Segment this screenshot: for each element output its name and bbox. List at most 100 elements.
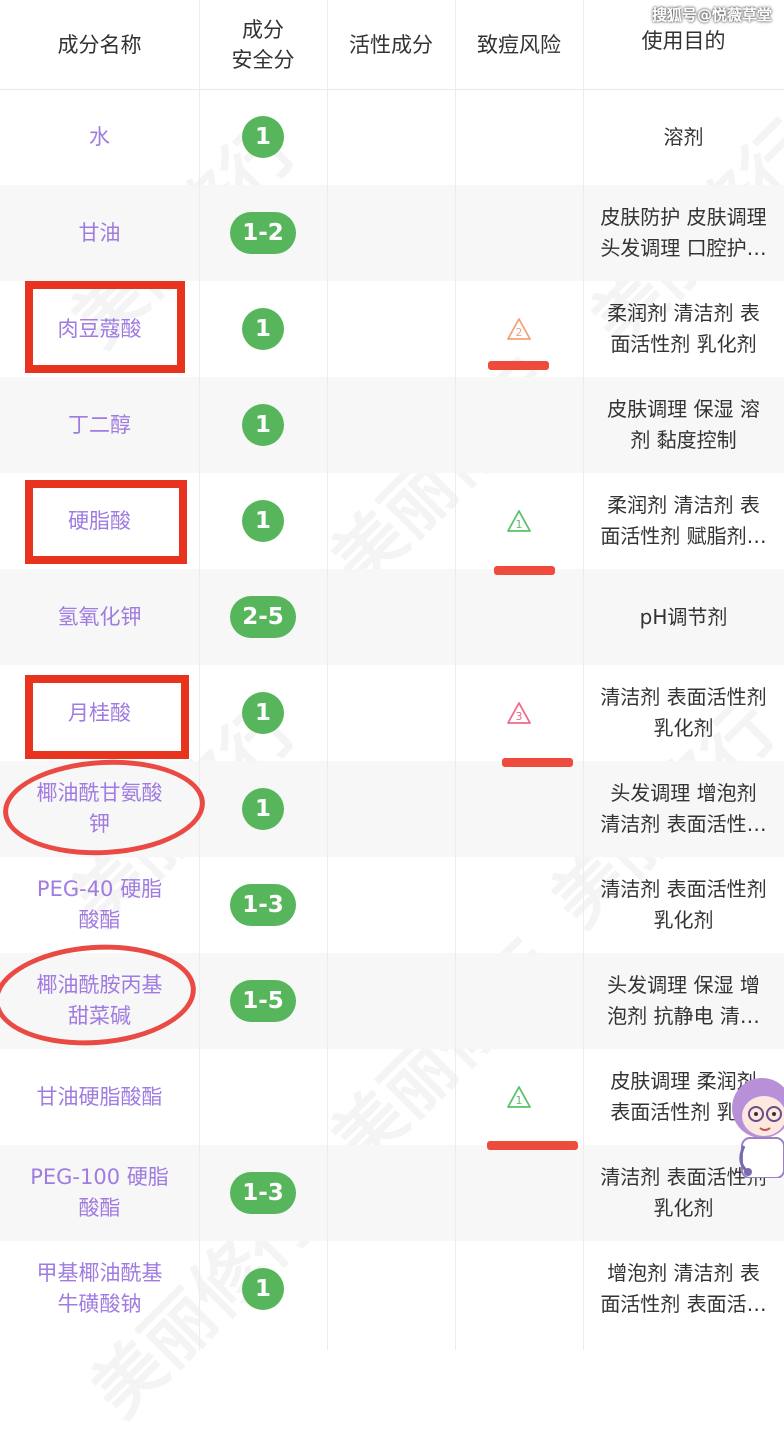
underline-mark [488,361,549,370]
header-name: 成分名称 [57,32,142,57]
safety-score-cell: 1 [199,473,327,569]
ingredient-name[interactable]: 水 [5,122,195,153]
header-safety: 成分 安全分 [231,17,295,72]
safety-score-badge: 1-5 [230,980,296,1022]
ingredient-name[interactable]: 甲基椰油酰基 牛磺酸钠 [5,1258,195,1320]
safety-score-cell: 2-5 [199,569,327,665]
purpose-text: 皮肤防护 皮肤调理 头发调理 口腔护… [600,205,767,260]
underline-mark [502,758,573,767]
acne-risk-cell [455,857,583,953]
acne-risk-cell [455,953,583,1049]
purpose-cell: 头发调理 增泡剂 清洁剂 表面活性… [583,761,784,857]
acne-risk-cell [455,569,583,665]
safety-score-badge: 1 [242,788,284,830]
purpose-cell: 溶剂 [583,89,784,185]
table-row[interactable]: 丁二醇 1 皮肤调理 保湿 溶 剂 黏度控制 [0,377,784,473]
acne-risk-cell [455,89,583,185]
acne-risk-cell [455,761,583,857]
acne-risk-cell [455,1241,583,1337]
safety-score-badge: 1-3 [230,884,296,926]
acne-risk-icon: 1 [507,1086,531,1108]
safety-score-cell: 1 [199,281,327,377]
safety-score-badge: 1 [242,116,284,158]
table-row[interactable]: PEG-40 硬脂 酸酯 1-3 清洁剂 表面活性剂 乳化剂 [0,857,784,953]
ingredient-name[interactable]: 甘油硬脂酸酯 [5,1082,195,1113]
ingredient-name[interactable]: 丁二醇 [5,410,195,441]
table-row[interactable]: PEG-100 硬脂 酸酯 1-3 清洁剂 表面活性剂 乳化剂 [0,1145,784,1241]
purpose-cell: 皮肤防护 皮肤调理 头发调理 口腔护… [583,185,784,281]
ingredient-name[interactable]: 甘油 [5,218,195,249]
safety-score-cell: 1-2 [199,185,327,281]
table-row[interactable]: 甘油 1-2 皮肤防护 皮肤调理 头发调理 口腔护… [0,185,784,281]
active-ingredient-cell [327,1145,455,1241]
safety-score-cell: 1 [199,377,327,473]
purpose-text: 清洁剂 表面活性剂 乳化剂 [600,685,767,740]
safety-score-cell [199,1049,327,1145]
acne-risk-cell: 1 [455,473,583,569]
purpose-text: pH调节剂 [639,604,728,629]
ingredient-name-cell: 丁二醇 [0,377,199,473]
acne-risk-cell [455,1145,583,1241]
ingredient-name-cell: 甘油 [0,185,199,281]
underline-mark [487,1141,578,1150]
acne-risk-value: 3 [516,710,523,723]
active-ingredient-cell [327,569,455,665]
active-ingredient-cell [327,377,455,473]
purpose-text: 柔润剂 清洁剂 表 面活性剂 赋脂剂… [600,493,767,548]
ingredient-name[interactable]: PEG-40 硬脂 酸酯 [5,874,195,936]
ingredient-name-cell: 甘油硬脂酸酯 [0,1049,199,1145]
purpose-cell: pH调节剂 [583,569,784,665]
acne-risk-icon: 2 [507,318,531,340]
column-divider [583,0,584,1350]
column-divider [327,0,328,1350]
safety-score-cell: 1-3 [199,1145,327,1241]
safety-score-badge: 1-2 [230,212,296,254]
purpose-cell: 头发调理 保湿 增 泡剂 抗静电 清… [583,953,784,1049]
acne-risk-value: 2 [516,326,523,339]
active-ingredient-cell [327,953,455,1049]
active-ingredient-cell [327,281,455,377]
safety-score-badge: 1 [242,404,284,446]
active-ingredient-cell [327,473,455,569]
safety-score-cell: 1-3 [199,857,327,953]
purpose-text: 溶剂 [663,124,704,149]
column-divider [455,0,456,1350]
purpose-text: 增泡剂 清洁剂 表 面活性剂 表面活… [600,1261,767,1316]
purpose-cell: 柔润剂 清洁剂 表 面活性剂 赋脂剂… [583,473,784,569]
safety-score-badge: 2-5 [230,596,296,638]
active-ingredient-cell [327,1049,455,1145]
ingredient-name[interactable]: 氢氧化钾 [5,602,195,633]
ingredient-name-cell: 氢氧化钾 [0,569,199,665]
table-row[interactable]: 水 1 溶剂 [0,89,784,185]
header-active: 活性成分 [349,32,433,57]
ingredient-table: 美丽修行 美丽修行 美丽修行 美丽修行 美丽修行 美丽修行 美丽修行 成分名称 … [0,0,784,1432]
acne-risk-cell [455,377,583,473]
purpose-cell: 清洁剂 表面活性剂 乳化剂 [583,857,784,953]
table-row[interactable]: 甲基椰油酰基 牛磺酸钠 1 增泡剂 清洁剂 表 面活性剂 表面活… [0,1241,784,1337]
active-ingredient-cell [327,89,455,185]
purpose-text: 皮肤调理 保湿 溶 剂 黏度控制 [607,397,760,452]
column-divider [199,0,200,1350]
table-row[interactable]: 氢氧化钾 2-5 pH调节剂 [0,569,784,665]
safety-score-cell: 1 [199,89,327,185]
ingredient-name-cell: 水 [0,89,199,185]
ingredient-name-cell: PEG-100 硬脂 酸酯 [0,1145,199,1241]
acne-risk-value: 1 [516,1094,523,1107]
highlight-box [25,480,187,564]
active-ingredient-cell [327,857,455,953]
table-row[interactable]: 甘油硬脂酸酯1皮肤调理 柔润剂 表面活性剂 乳… [0,1049,784,1145]
safety-score-cell: 1 [199,665,327,761]
ingredient-name[interactable]: PEG-100 硬脂 酸酯 [5,1162,195,1224]
safety-score-badge: 1 [242,692,284,734]
safety-score-badge: 1 [242,308,284,350]
highlight-box [25,675,189,759]
acne-risk-value: 1 [516,518,523,531]
highlight-box [25,281,185,373]
active-ingredient-cell [327,665,455,761]
purpose-cell: 增泡剂 清洁剂 表 面活性剂 表面活… [583,1241,784,1337]
purpose-text: 柔润剂 清洁剂 表 面活性剂 乳化剂 [607,301,760,356]
ingredient-name-cell: 甲基椰油酰基 牛磺酸钠 [0,1241,199,1337]
ingredient-name-cell: PEG-40 硬脂 酸酯 [0,857,199,953]
purpose-text: 清洁剂 表面活性剂 乳化剂 [600,877,767,932]
acne-risk-cell [455,185,583,281]
